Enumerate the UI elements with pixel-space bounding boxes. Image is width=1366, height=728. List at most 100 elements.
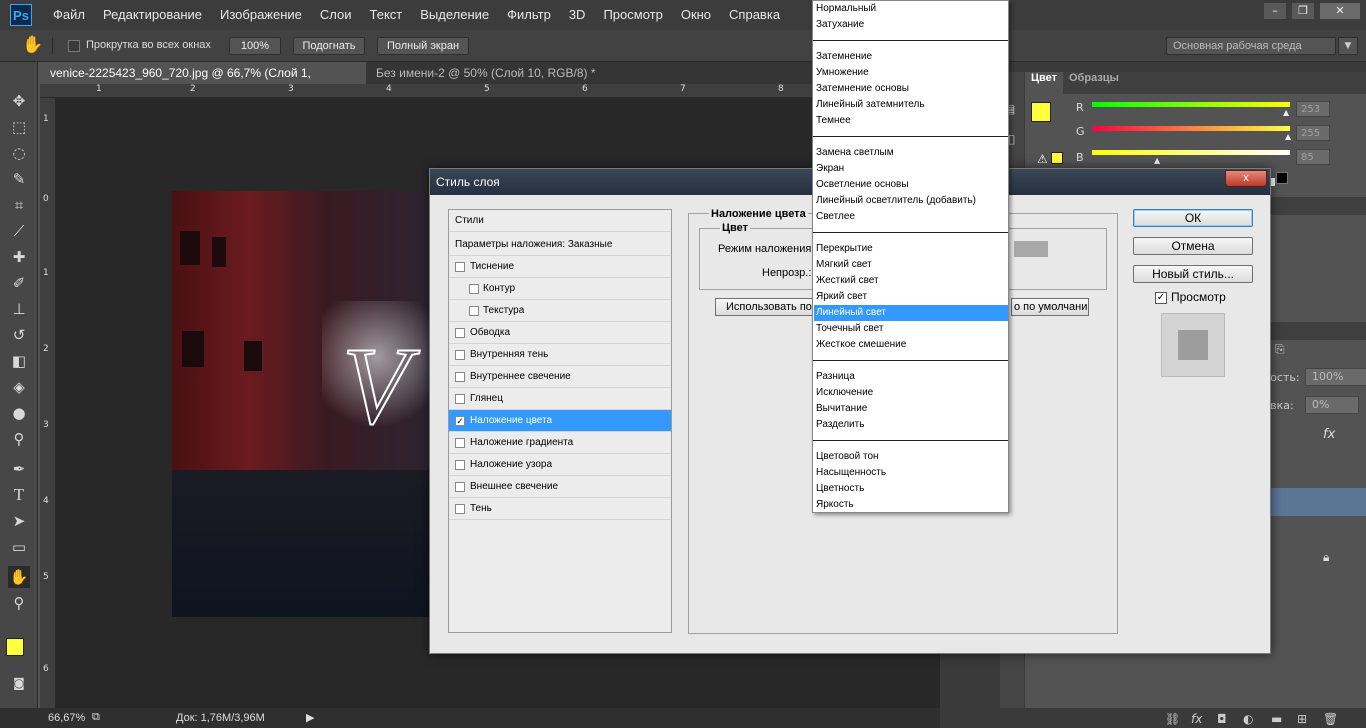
- slider-thumb-icon[interactable]: ▲: [1285, 132, 1291, 141]
- cancel-button[interactable]: Отмена: [1133, 237, 1253, 255]
- zoom-100-button[interactable]: 100%: [229, 37, 281, 55]
- menu-filter[interactable]: Фильтр: [498, 0, 560, 30]
- tab-swatches[interactable]: Образцы: [1063, 72, 1125, 94]
- effect-item[interactable]: Тень: [449, 498, 671, 520]
- zoom-level[interactable]: 66,67%: [48, 712, 85, 724]
- blend-mode-option[interactable]: Затемнение основы: [814, 81, 1008, 97]
- menu-select[interactable]: Выделение: [411, 0, 498, 30]
- type-tool-icon[interactable]: T: [8, 484, 30, 506]
- blend-mode-option[interactable]: Нормальный: [814, 1, 1008, 17]
- blend-mode-option[interactable]: Осветление основы: [814, 177, 1008, 193]
- menu-help[interactable]: Справка: [720, 0, 789, 30]
- r-slider[interactable]: [1092, 102, 1290, 107]
- slider-thumb-icon[interactable]: ▲: [1154, 156, 1160, 165]
- blend-mode-option[interactable]: Замена светлым: [814, 145, 1008, 161]
- lock-icon[interactable]: 🔒︎: [1323, 550, 1329, 565]
- fx-icon[interactable]: fx: [1323, 427, 1335, 442]
- tab-untitled-2[interactable]: Без имени-2 @ 50% (Слой 10, RGB/8) * ×: [366, 62, 616, 102]
- effect-item[interactable]: Внешнее свечение: [449, 476, 671, 498]
- rectangle-tool-icon[interactable]: ▭: [8, 536, 30, 558]
- close-icon[interactable]: x: [1225, 170, 1267, 187]
- zoom-tool-icon[interactable]: ⚲: [8, 592, 30, 614]
- brush-tool-icon[interactable]: ✐: [8, 272, 30, 294]
- blend-mode-option[interactable]: Перекрытие: [814, 241, 1008, 257]
- opacity-field[interactable]: 100%: [1305, 368, 1366, 386]
- scroll-all-checkbox[interactable]: [68, 40, 80, 52]
- healing-brush-icon[interactable]: ✚: [8, 246, 30, 268]
- blend-mode-option[interactable]: Вычитание: [814, 401, 1008, 417]
- effect-checkbox[interactable]: [469, 284, 479, 294]
- blend-mode-option[interactable]: Исключение: [814, 385, 1008, 401]
- effect-checkbox[interactable]: [455, 262, 465, 272]
- ok-button[interactable]: ОК: [1133, 209, 1253, 227]
- effect-checkbox[interactable]: [455, 350, 465, 360]
- b-slider[interactable]: [1092, 150, 1290, 155]
- effect-checkbox[interactable]: [455, 372, 465, 382]
- menu-edit[interactable]: Редактирование: [94, 0, 211, 30]
- effect-checkbox[interactable]: [469, 306, 479, 316]
- menu-type[interactable]: Текст: [361, 0, 412, 30]
- blend-mode-option[interactable]: Светлее: [814, 209, 1008, 225]
- adjustment-layer-icon[interactable]: ◐: [1243, 712, 1253, 726]
- effect-item[interactable]: Контур: [449, 278, 671, 300]
- add-mask-icon[interactable]: ◘: [1217, 712, 1227, 726]
- hand-tool-icon[interactable]: ✋: [8, 566, 30, 588]
- slider-thumb-icon[interactable]: ▲: [1283, 108, 1289, 117]
- play-arrow-icon[interactable]: ▶: [306, 711, 314, 724]
- effect-item[interactable]: Внутренняя тень: [449, 344, 671, 366]
- effect-item[interactable]: Наложение узора: [449, 454, 671, 476]
- warning-icon[interactable]: ⚠: [1037, 152, 1048, 166]
- r-value-field[interactable]: 253: [1296, 101, 1330, 117]
- blend-mode-option[interactable]: Линейный затемнитель: [814, 97, 1008, 113]
- blend-mode-option[interactable]: Линейный осветлитель (добавить): [814, 193, 1008, 209]
- marquee-tool-icon[interactable]: ⬚: [8, 116, 30, 138]
- blend-mode-option[interactable]: Насыщенность: [814, 465, 1008, 481]
- blend-mode-option[interactable]: Мягкий свет: [814, 257, 1008, 273]
- effect-checkbox[interactable]: [455, 438, 465, 448]
- effect-item[interactable]: ✓ Наложение цвета: [449, 410, 671, 432]
- blend-mode-option[interactable]: Разница: [814, 369, 1008, 385]
- blend-mode-option[interactable]: Яркий свет: [814, 289, 1008, 305]
- menu-image[interactable]: Изображение: [211, 0, 311, 30]
- new-group-icon[interactable]: ▬: [1271, 712, 1282, 726]
- effect-item[interactable]: Обводка: [449, 322, 671, 344]
- stamp-tool-icon[interactable]: ⊥: [8, 298, 30, 320]
- preview-checkbox[interactable]: ✓: [1155, 292, 1167, 304]
- effect-checkbox[interactable]: [455, 394, 465, 404]
- hand-tool-icon[interactable]: ✋: [22, 35, 43, 55]
- menu-window[interactable]: Окно: [672, 0, 720, 30]
- blend-mode-option[interactable]: Жесткий свет: [814, 273, 1008, 289]
- maximize-icon[interactable]: ❐: [1292, 3, 1314, 19]
- effect-checkbox[interactable]: [455, 482, 465, 492]
- fx-icon[interactable]: fx: [1191, 712, 1202, 726]
- close-window-icon[interactable]: ✕: [1320, 3, 1360, 19]
- tab-color[interactable]: Цвет: [1025, 72, 1064, 94]
- blend-mode-option[interactable]: Точечный свет: [814, 321, 1008, 337]
- path-select-icon[interactable]: ➤: [8, 510, 30, 532]
- g-slider[interactable]: [1092, 126, 1290, 131]
- blend-mode-option[interactable]: Экран: [814, 161, 1008, 177]
- menu-view[interactable]: Просмотр: [594, 0, 671, 30]
- effect-checkbox[interactable]: [455, 460, 465, 470]
- new-layer-icon[interactable]: ⊞: [1297, 712, 1307, 726]
- eraser-tool-icon[interactable]: ◧: [8, 350, 30, 372]
- styles-header[interactable]: Стили: [449, 210, 671, 232]
- crop-tool-icon[interactable]: ⌗: [8, 194, 30, 216]
- effect-checkbox[interactable]: [455, 328, 465, 338]
- blend-mode-option[interactable]: Затухание: [814, 17, 1008, 33]
- blend-mode-option[interactable]: Разделить: [814, 417, 1008, 433]
- full-screen-button[interactable]: Полный экран: [377, 37, 469, 55]
- new-style-button[interactable]: Новый стиль...: [1133, 265, 1253, 283]
- move-tool-icon[interactable]: ✥: [8, 90, 30, 112]
- blend-mode-option[interactable]: Цветность: [814, 481, 1008, 497]
- menu-3d[interactable]: 3D: [560, 0, 595, 30]
- blend-mode-option[interactable]: Темнее: [814, 113, 1008, 129]
- link-layers-icon[interactable]: ⛓: [1165, 712, 1180, 726]
- blend-mode-option[interactable]: Умножение: [814, 65, 1008, 81]
- eyedropper-tool-icon[interactable]: ⟋: [8, 220, 30, 242]
- effect-item[interactable]: Глянец: [449, 388, 671, 410]
- effect-item[interactable]: Текстура: [449, 300, 671, 322]
- pen-tool-icon[interactable]: ✒: [8, 458, 30, 480]
- blend-mode-option[interactable]: Линейный свет: [814, 305, 1008, 321]
- foreground-color-swatch[interactable]: [1031, 102, 1051, 122]
